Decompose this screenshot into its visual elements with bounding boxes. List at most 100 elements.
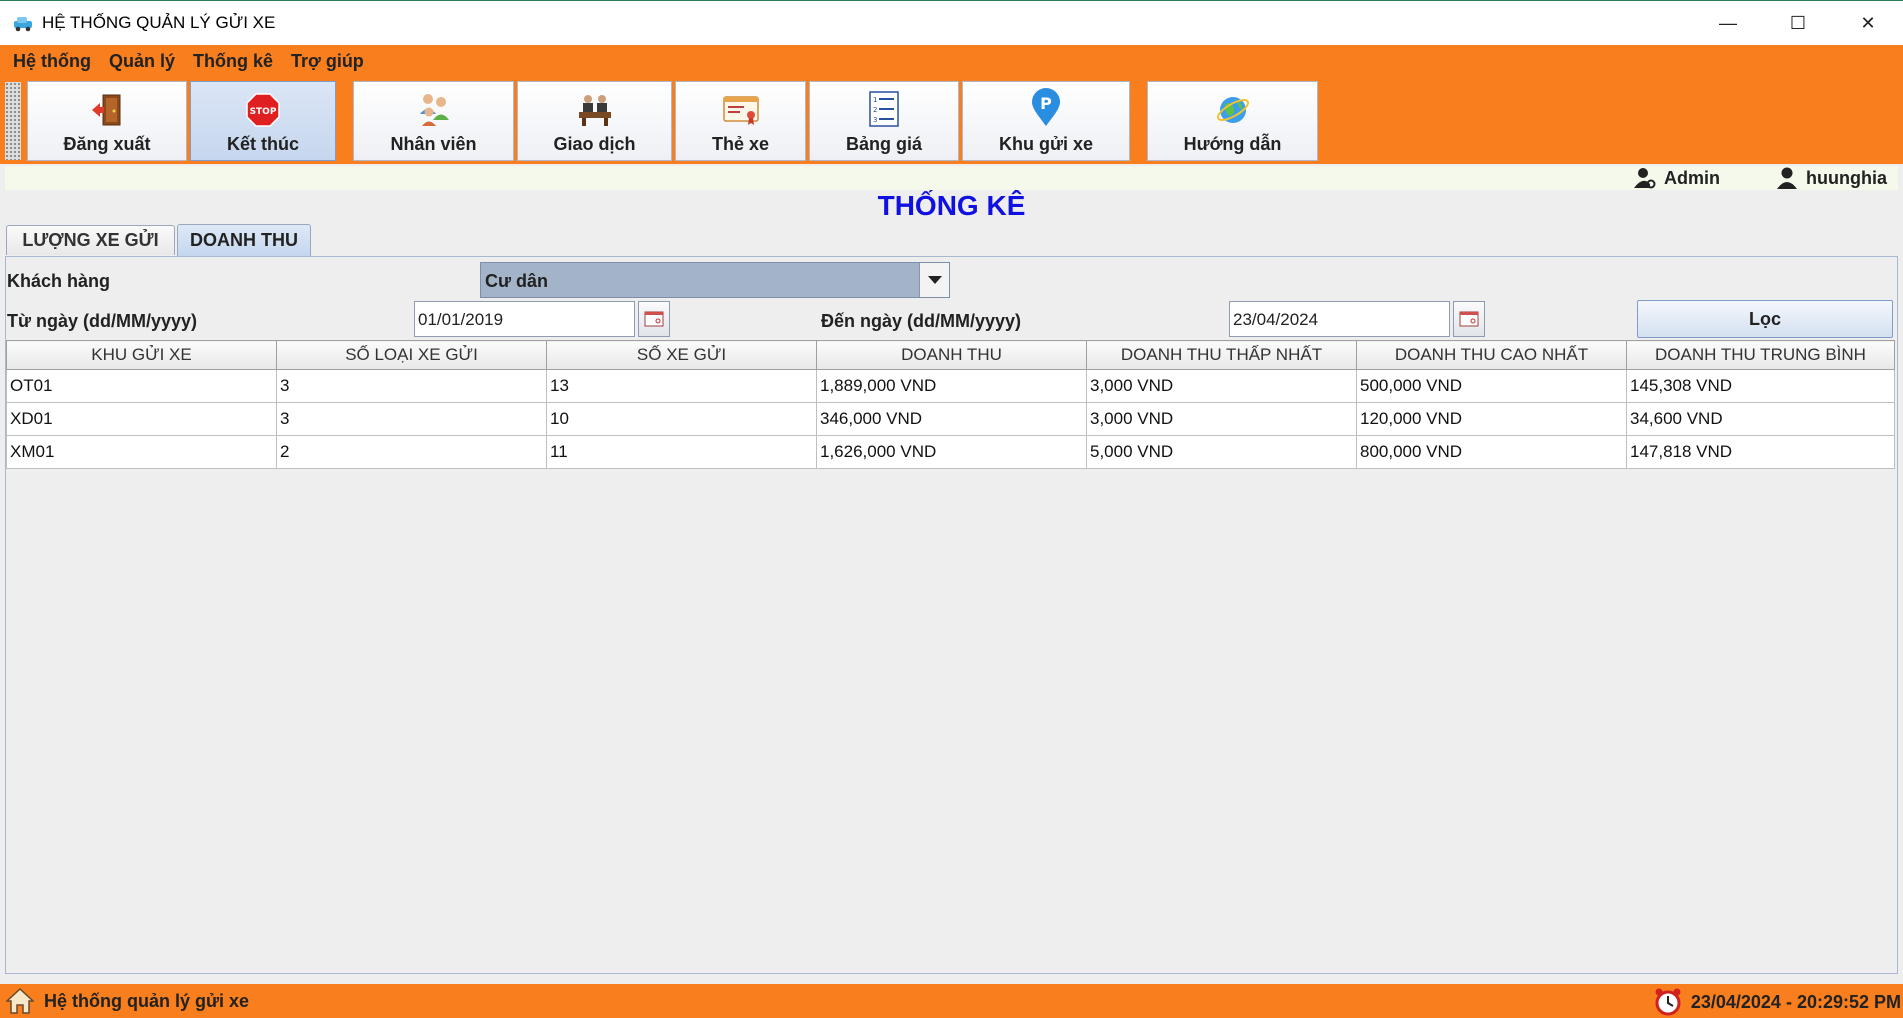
user-indicator: huunghia: [1776, 167, 1887, 189]
table-cell[interactable]: 34,600 VND: [1626, 402, 1895, 436]
maximize-button[interactable]: ☐: [1763, 1, 1833, 45]
customer-label: Khách hàng: [7, 271, 111, 291]
transactions-label: Giao dịch: [553, 134, 636, 154]
transactions-icon: [578, 95, 611, 126]
username-label: huunghia: [1806, 167, 1887, 188]
window-titlebar: HỆ THỐNG QUẢN LÝ GỬI XE — ☐ ✕: [0, 0, 1903, 45]
help-guide-button[interactable]: Hướng dẫn: [1147, 81, 1318, 161]
filter-button[interactable]: Lọc: [1637, 300, 1893, 338]
col-header-vehicle-types[interactable]: SỐ LOẠI XE GỬI: [276, 340, 547, 370]
globe-icon: [1216, 97, 1249, 123]
col-header-min-revenue[interactable]: DOANH THU THẤP NHẤT: [1086, 340, 1357, 370]
table-cell[interactable]: 500,000 VND: [1356, 369, 1627, 403]
col-header-zone[interactable]: KHU GỬI XE: [6, 340, 277, 370]
table-cell[interactable]: 800,000 VND: [1356, 435, 1627, 469]
status-app-name: Hệ thống quản lý gửi xe: [44, 990, 250, 1011]
table-cell[interactable]: 3,000 VND: [1086, 402, 1357, 436]
svg-text:2: 2: [873, 106, 877, 114]
table-cell[interactable]: 147,818 VND: [1626, 435, 1895, 469]
customer-select[interactable]: Cư dân: [480, 262, 950, 298]
card-icon: [722, 96, 759, 125]
table-row[interactable]: XM01 2 11 1,626,000 VND 5,000 VND 800,00…: [6, 435, 1895, 469]
staff-button[interactable]: Nhân viên: [353, 81, 514, 161]
cards-button[interactable]: Thẻ xe: [675, 81, 806, 161]
exit-label: Kết thúc: [227, 134, 299, 154]
status-clock: 23/04/2024 - 20:29:52 PM: [1653, 987, 1901, 1017]
info-strip: [5, 166, 1898, 190]
table-cell[interactable]: XD01: [6, 402, 277, 436]
table-cell[interactable]: 11: [546, 435, 817, 469]
page-title: THỐNG KÊ: [877, 190, 1026, 221]
transactions-button[interactable]: Giao dịch: [517, 81, 672, 161]
table-row[interactable]: OT01 3 13 1,889,000 VND 3,000 VND 500,00…: [6, 369, 1895, 403]
role-label: Admin: [1664, 167, 1720, 188]
menu-system[interactable]: Hệ thống: [4, 51, 100, 72]
stop-sign-icon: STOP: [246, 93, 280, 127]
from-date-calendar-button[interactable]: [638, 301, 670, 337]
to-date-label: Đến ngày (dd/MM/yyyy): [821, 311, 1022, 331]
logout-label: Đăng xuất: [63, 134, 151, 154]
table-cell[interactable]: OT01: [6, 369, 277, 403]
help-guide-label: Hướng dẫn: [1183, 134, 1282, 154]
parking-pin-icon: P: [1032, 88, 1060, 126]
calendar-icon: [644, 311, 664, 327]
revenue-table: KHU GỬI XE SỐ LOẠI XE GỬI SỐ XE GỬI DOAN…: [6, 340, 1895, 469]
table-cell[interactable]: 1,626,000 VND: [816, 435, 1087, 469]
toolbar-grip[interactable]: [5, 82, 21, 160]
menu-help[interactable]: Trợ giúp: [282, 51, 373, 72]
svg-text:3: 3: [873, 116, 877, 124]
logout-button[interactable]: Đăng xuất: [27, 81, 187, 161]
col-header-max-revenue[interactable]: DOANH THU CAO NHẤT: [1356, 340, 1627, 370]
price-list-icon: 1 2 3: [869, 91, 899, 127]
table-cell[interactable]: 2: [276, 435, 547, 469]
menu-statistics[interactable]: Thống kê: [184, 51, 282, 72]
col-header-avg-revenue[interactable]: DOANH THU TRUNG BÌNH: [1626, 340, 1895, 370]
car-app-icon: [14, 17, 32, 32]
parking-zones-label: Khu gửi xe: [998, 134, 1094, 154]
table-cell[interactable]: 346,000 VND: [816, 402, 1087, 436]
menu-bar: Hệ thống Quản lý Thống kê Trợ giúp: [0, 45, 1903, 78]
exit-button[interactable]: STOP Kết thúc: [190, 81, 336, 161]
customer-select-value: Cư dân: [485, 271, 549, 291]
table-cell[interactable]: 1,889,000 VND: [816, 369, 1087, 403]
table-cell[interactable]: 3,000 VND: [1086, 369, 1357, 403]
close-button[interactable]: ✕: [1833, 1, 1903, 45]
alarm-clock-icon: [1655, 988, 1681, 1016]
parking-zones-button[interactable]: P Khu gửi xe: [962, 81, 1130, 161]
from-date-input[interactable]: 01/01/2019: [414, 301, 635, 337]
table-cell[interactable]: 120,000 VND: [1356, 402, 1627, 436]
status-datetime: 23/04/2024 - 20:29:52 PM: [1690, 991, 1901, 1012]
prices-button[interactable]: 1 2 3 Bảng giá: [809, 81, 959, 161]
staff-label: Nhân viên: [390, 134, 477, 154]
staff-icon: [419, 94, 449, 126]
home-icon: [6, 987, 34, 1014]
table-cell[interactable]: 3: [276, 402, 547, 436]
col-header-revenue[interactable]: DOANH THU: [816, 340, 1087, 370]
user-icon: [1777, 167, 1797, 189]
from-date-label: Từ ngày (dd/MM/yyyy): [7, 311, 198, 331]
cards-label: Thẻ xe: [711, 134, 770, 154]
chevron-down-icon[interactable]: [919, 263, 949, 297]
table-row[interactable]: XD01 3 10 346,000 VND 3,000 VND 120,000 …: [6, 402, 1895, 436]
to-date-input[interactable]: 23/04/2024: [1229, 301, 1450, 337]
minimize-button[interactable]: —: [1693, 1, 1763, 45]
toolbar: Đăng xuất STOP Kết thúc Nhân viên Giao d…: [0, 78, 1903, 164]
svg-text:P: P: [1040, 94, 1052, 113]
col-header-vehicle-count[interactable]: SỐ XE GỬI: [546, 340, 817, 370]
svg-text:1: 1: [873, 96, 877, 104]
table-cell[interactable]: 5,000 VND: [1086, 435, 1357, 469]
to-date-calendar-button[interactable]: [1453, 301, 1485, 337]
menu-manage[interactable]: Quản lý: [100, 51, 184, 72]
tab-vehicle-count[interactable]: LƯỢNG XE GỬI: [6, 225, 175, 255]
calendar-icon: [1459, 311, 1479, 327]
table-header-row: KHU GỬI XE SỐ LOẠI XE GỬI SỐ XE GỬI DOAN…: [6, 340, 1895, 370]
table-cell[interactable]: 13: [546, 369, 817, 403]
status-app: Hệ thống quản lý gửi xe: [6, 987, 249, 1015]
table-cell[interactable]: 3: [276, 369, 547, 403]
table-cell[interactable]: 10: [546, 402, 817, 436]
prices-label: Bảng giá: [845, 134, 922, 154]
table-cell[interactable]: 145,308 VND: [1626, 369, 1895, 403]
table-cell[interactable]: XM01: [6, 435, 277, 469]
door-exit-icon: [92, 94, 121, 126]
tab-revenue[interactable]: DOANH THU: [177, 224, 311, 256]
